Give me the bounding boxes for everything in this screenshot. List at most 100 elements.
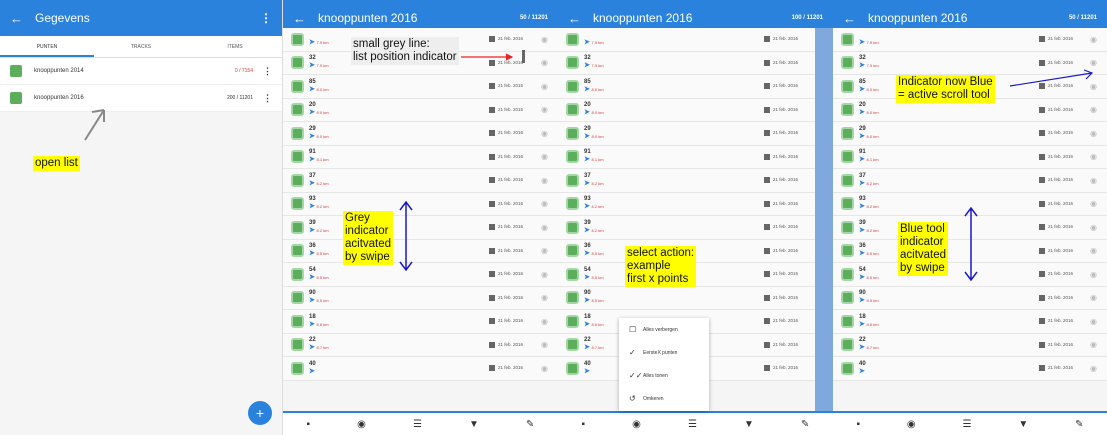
visibility-eye-icon[interactable]: ◉: [541, 293, 548, 302]
point-row[interactable]: 39➤ 8.2 km 21 feb. 2016 ◉: [283, 216, 558, 240]
point-row[interactable]: 40➤ 21 feb. 2016 ◉: [833, 357, 1107, 381]
visibility-eye-icon[interactable]: ◉: [541, 317, 548, 326]
point-row[interactable]: 32➤ 7.9 km 21 feb. 2016 ◉: [833, 51, 1107, 75]
tab-tracks[interactable]: TRACKS: [94, 36, 188, 57]
visibility-eye-icon[interactable]: ◉: [1090, 199, 1097, 208]
filter-icon[interactable]: ▼: [469, 419, 479, 430]
sort-icon[interactable]: ☰: [963, 419, 972, 430]
eye-icon[interactable]: ◉: [632, 419, 641, 430]
point-row[interactable]: 20➤ 8.0 km 21 feb. 2016 ◉: [283, 98, 558, 122]
point-row[interactable]: 20➤ 8.0 km 21 feb. 2016 ◉: [558, 98, 833, 122]
visibility-eye-icon[interactable]: ◉: [541, 105, 548, 114]
point-row[interactable]: 22➤ 8.7 km 21 feb. 2016 ◉: [283, 333, 558, 357]
point-row[interactable]: 90➤ 8.5 km 21 feb. 2016 ◉: [283, 286, 558, 310]
menu-item-alles-verbergen[interactable]: ☐ Alles verbergen: [619, 318, 709, 341]
point-row[interactable]: 36➤ 8.5 km 21 feb. 2016 ◉: [283, 239, 558, 263]
eye-icon[interactable]: ◉: [357, 419, 366, 430]
point-row[interactable]: 37➤ 8.2 km 21 feb. 2016 ◉: [283, 169, 558, 193]
point-row[interactable]: 37➤ 8.2 km 21 feb. 2016 ◉: [558, 169, 833, 193]
point-row[interactable]: 18➤ 8.6 km 21 feb. 2016 ◉: [833, 310, 1107, 334]
back-arrow-icon[interactable]: ←: [568, 11, 581, 26]
back-arrow-icon[interactable]: ←: [843, 11, 856, 26]
add-fab-button[interactable]: +: [248, 401, 272, 425]
visibility-eye-icon[interactable]: ◉: [1090, 82, 1097, 91]
visibility-eye-icon[interactable]: ◉: [541, 82, 548, 91]
marker-icon[interactable]: ▪: [307, 419, 311, 430]
dataset-menu-icon[interactable]: ⋮: [263, 66, 272, 77]
point-row[interactable]: 85➤ 8.0 km 21 feb. 2016 ◉: [283, 75, 558, 99]
menu-item-eerstex-punten[interactable]: ✓ EersteX punten: [619, 341, 709, 364]
point-row[interactable]: 29➤ 8.0 km 21 feb. 2016 ◉: [558, 122, 833, 146]
visibility-eye-icon[interactable]: ◉: [1090, 246, 1097, 255]
back-arrow-icon[interactable]: ←: [10, 11, 23, 26]
point-row[interactable]: 93➤ 8.2 km 21 feb. 2016 ◉: [558, 192, 833, 216]
visibility-eye-icon[interactable]: ◉: [541, 58, 548, 67]
point-row[interactable]: ➤ 7.9 km 21 feb. 2016 ◉: [558, 28, 833, 52]
visibility-eye-icon[interactable]: ◉: [541, 223, 548, 232]
point-row[interactable]: ➤ 7.9 km 21 feb. 2016 ◉: [833, 28, 1107, 52]
point-row[interactable]: 90➤ 8.5 km 21 feb. 2016 ◉: [558, 286, 833, 310]
visibility-eye-icon[interactable]: ◉: [541, 176, 548, 185]
sort-icon[interactable]: ☰: [413, 419, 422, 430]
visibility-eye-icon[interactable]: ◉: [541, 35, 548, 44]
visibility-eye-icon[interactable]: ◉: [1090, 223, 1097, 232]
point-list[interactable]: ➤ 7.9 km 21 feb. 2016 ◉ 32➤ 7.9 km 21 fe…: [283, 28, 558, 381]
point-row[interactable]: 90➤ 8.5 km 21 feb. 2016 ◉: [833, 286, 1107, 310]
scroll-tool-column[interactable]: [815, 28, 833, 411]
visibility-eye-icon[interactable]: ◉: [541, 246, 548, 255]
point-row[interactable]: 36➤ 8.5 km 21 feb. 2016 ◉: [833, 239, 1107, 263]
visibility-eye-icon[interactable]: ◉: [1090, 340, 1097, 349]
back-arrow-icon[interactable]: ←: [293, 11, 306, 26]
point-row[interactable]: 37➤ 8.2 km 21 feb. 2016 ◉: [833, 169, 1107, 193]
filter-icon[interactable]: ▼: [744, 419, 754, 430]
filter-icon[interactable]: ▼: [1018, 419, 1028, 430]
point-row[interactable]: 40➤ 21 feb. 2016 ◉: [283, 357, 558, 381]
wrench-icon[interactable]: ✎: [801, 419, 809, 430]
point-row[interactable]: 32➤ 7.9 km 21 feb. 2016 ◉: [558, 51, 833, 75]
point-row[interactable]: 54➤ 8.5 km 21 feb. 2016 ◉: [833, 263, 1107, 287]
point-row[interactable]: 91➤ 8.1 km 21 feb. 2016 ◉: [833, 145, 1107, 169]
visibility-eye-icon[interactable]: ◉: [1090, 270, 1097, 279]
menu-item-omkeren[interactable]: ↺ Omkeren: [619, 387, 709, 410]
point-row[interactable]: 29➤ 8.0 km 21 feb. 2016 ◉: [833, 122, 1107, 146]
overflow-menu-icon[interactable]: ⋮: [260, 11, 272, 25]
visibility-eye-icon[interactable]: ◉: [541, 340, 548, 349]
point-row[interactable]: 18➤ 8.6 km 21 feb. 2016 ◉: [283, 310, 558, 334]
visibility-eye-icon[interactable]: ◉: [1090, 129, 1097, 138]
point-row[interactable]: 54➤ 8.5 km 21 feb. 2016 ◉: [283, 263, 558, 287]
visibility-eye-icon[interactable]: ◉: [541, 129, 548, 138]
point-row[interactable]: 39➤ 8.2 km 21 feb. 2016 ◉: [833, 216, 1107, 240]
marker-icon[interactable]: ▪: [582, 419, 586, 430]
visibility-eye-icon[interactable]: ◉: [541, 364, 548, 373]
point-row[interactable]: 91➤ 8.1 km 21 feb. 2016 ◉: [558, 145, 833, 169]
eye-icon[interactable]: ◉: [907, 419, 916, 430]
visibility-eye-icon[interactable]: ◉: [1090, 293, 1097, 302]
point-row[interactable]: 93➤ 8.2 km 21 feb. 2016 ◉: [833, 192, 1107, 216]
tab-punten[interactable]: PUNTEN: [0, 36, 94, 57]
sort-icon[interactable]: ☰: [688, 419, 697, 430]
point-row[interactable]: 22➤ 8.7 km 21 feb. 2016 ◉: [833, 333, 1107, 357]
tab-items[interactable]: ITEMS: [188, 36, 282, 57]
visibility-eye-icon[interactable]: ◉: [541, 152, 548, 161]
visibility-eye-icon[interactable]: ◉: [1090, 152, 1097, 161]
dataset-row[interactable]: knooppunten 2016 200 / 11201 ⋮: [0, 85, 282, 112]
menu-item-alles-tonen[interactable]: ✓✓ Alles tonen: [619, 364, 709, 387]
visibility-eye-icon[interactable]: ◉: [541, 270, 548, 279]
point-row[interactable]: 85➤ 8.0 km 21 feb. 2016 ◉: [558, 75, 833, 99]
wrench-icon[interactable]: ✎: [1075, 419, 1083, 430]
visibility-eye-icon[interactable]: ◉: [1090, 35, 1097, 44]
visibility-eye-icon[interactable]: ◉: [1090, 317, 1097, 326]
visibility-eye-icon[interactable]: ◉: [1090, 105, 1097, 114]
visibility-eye-icon[interactable]: ◉: [541, 199, 548, 208]
visibility-eye-icon[interactable]: ◉: [1090, 364, 1097, 373]
list-position-indicator[interactable]: [522, 50, 525, 63]
visibility-eye-icon[interactable]: ◉: [1090, 58, 1097, 67]
point-row[interactable]: 29➤ 8.0 km 21 feb. 2016 ◉: [283, 122, 558, 146]
point-row[interactable]: 91➤ 8.1 km 21 feb. 2016 ◉: [283, 145, 558, 169]
dataset-menu-icon[interactable]: ⋮: [263, 93, 272, 104]
point-row[interactable]: 93➤ 8.2 km 21 feb. 2016 ◉: [283, 192, 558, 216]
visibility-eye-icon[interactable]: ◉: [1090, 176, 1097, 185]
wrench-icon[interactable]: ✎: [526, 419, 534, 430]
dataset-row[interactable]: knooppunten 2014 0 / 7154 ⋮: [0, 58, 282, 85]
point-row[interactable]: 39➤ 8.2 km 21 feb. 2016 ◉: [558, 216, 833, 240]
